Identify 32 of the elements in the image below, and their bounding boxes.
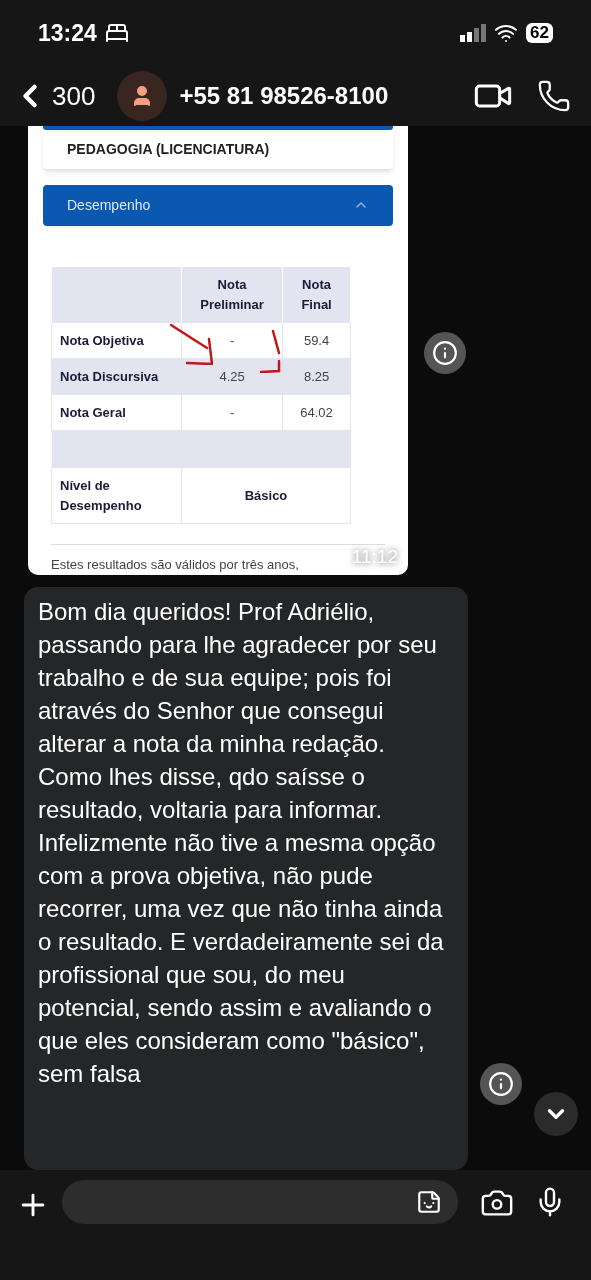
row-label: Nível de Desempenho [51,468,182,524]
hand-drawn-arrow [259,329,281,373]
table-cell: 59.4 [282,323,351,359]
row-label: Nota Geral [51,395,182,431]
column-header: Nota Preliminar [181,267,283,323]
table-cell: - [181,395,283,431]
table-cell: 64.02 [282,395,351,431]
row-label: Nota Objetiva [51,323,182,359]
status-time: 13:24 [38,18,97,48]
table-cell: - [181,323,283,359]
scroll-down-icon[interactable] [534,1092,578,1136]
phone-call-icon[interactable] [537,79,571,113]
image-message[interactable] [28,126,408,575]
row-label: Nota Discursiva [51,359,182,395]
contact-name[interactable]: +55 81 98526-8100 [179,78,389,114]
info-icon[interactable] [480,1063,522,1105]
bed-icon [104,21,129,45]
back-button[interactable]: 300 [12,76,96,116]
signal-icon [460,24,487,42]
section-header[interactable]: Desempenho [43,184,393,226]
hand-drawn-arrow [169,323,213,365]
table-cell: Básico [181,468,351,524]
course-name: PEDAGOGIA (LICENCIATURA) [67,139,270,159]
message-input-field[interactable] [62,1180,458,1224]
battery-indicator: 62 [526,23,553,43]
table-cell: 8.25 [282,359,351,395]
table-cell: 4.25 [181,359,283,395]
sticker-icon[interactable] [416,1189,442,1215]
message-text: Bom dia queridos! Prof Adriélio, passando para lhe agradecer por seu trabalho e de sua equipe; pois foi através do Senhor que consegui alterar a nota da minha redação. Como lhes disse, qdo saísse o resultado, voltaria para informar. Infelizmente não tive a mesma opção com a prova objetiva, não pude recorrer, uma vez que não tinha ainda o resultado. E verdadeiramente sei da profissional que sou, do meu potencial, sendo assim e avaliando o que eles consideram como "básico", sem falsa [38,597,445,1089]
info-icon[interactable] [424,332,466,374]
column-header: Nota Final [282,267,351,323]
contact-avatar[interactable] [117,71,168,121]
